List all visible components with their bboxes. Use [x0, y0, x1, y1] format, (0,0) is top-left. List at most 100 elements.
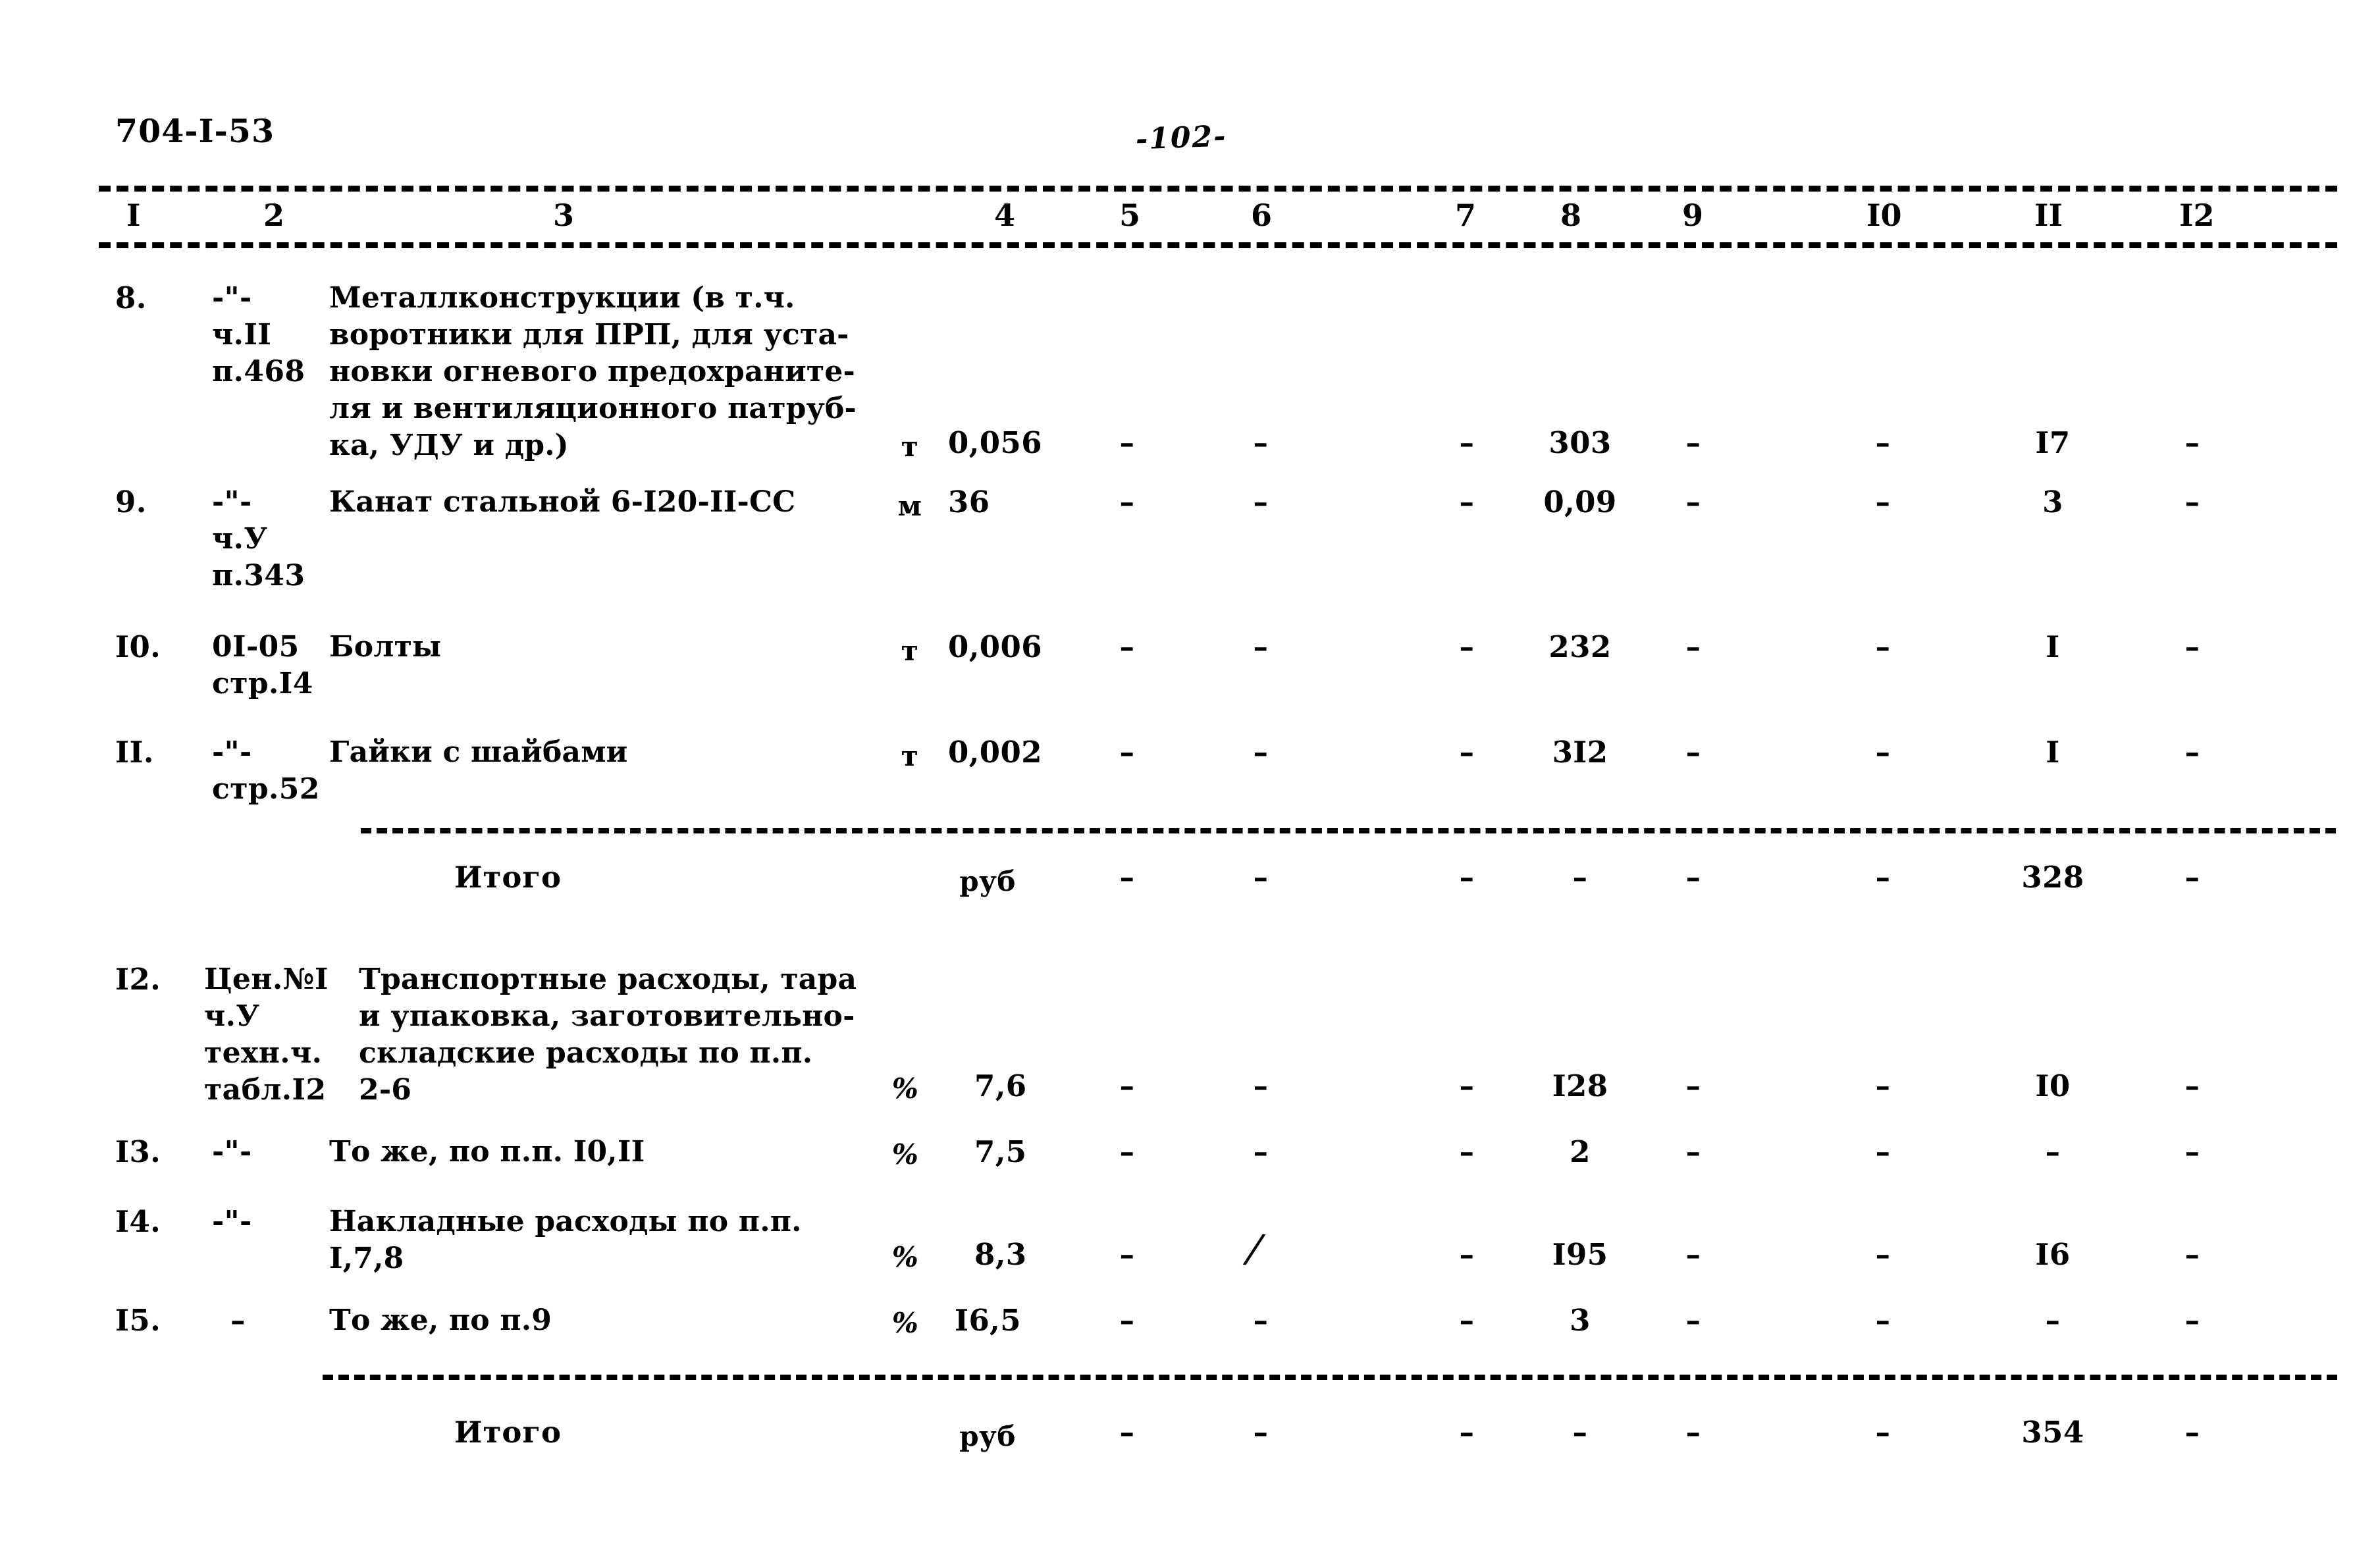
column-number-5: 5 [1119, 198, 1141, 233]
total-col7: – [1459, 1415, 1475, 1450]
row-unit: % [891, 1241, 919, 1273]
row-description-line: Накладные расходы по п.п. [329, 1205, 802, 1238]
row-col5: – [1119, 735, 1135, 770]
total-unit: руб [959, 1420, 1016, 1452]
page-number: -102- [1135, 119, 1228, 157]
row-col4: 7,6 [974, 1068, 1027, 1103]
row-ref-line: – [230, 1303, 246, 1338]
row-col7: – [1459, 629, 1475, 664]
row-col8: I95 [1552, 1237, 1608, 1272]
row-ref-line: Цен.№I [204, 962, 329, 996]
total-col5: – [1119, 1415, 1135, 1450]
row-col12: – [2184, 1237, 2200, 1272]
column-number-3: 3 [553, 198, 575, 233]
column-number-2: 2 [263, 198, 285, 233]
row-description-line: Металлконструкции (в т.ч. [329, 281, 795, 315]
row-col9: – [1685, 425, 1701, 460]
total-col10: – [1875, 860, 1891, 895]
row-col7: – [1459, 1134, 1475, 1169]
total-col11: 354 [2021, 1415, 2084, 1450]
row-description-line: ля и вентиляционного патруб- [329, 392, 857, 425]
row-col12: – [2184, 1068, 2200, 1103]
row-ref-line: -"- [212, 735, 252, 769]
total-unit: руб [959, 865, 1016, 897]
row-description-line: То же, по п.п. I0,II [329, 1135, 645, 1169]
row-col4: 0,002 [948, 735, 1042, 770]
total-col9: – [1685, 860, 1701, 895]
row-ref-line: табл.I2 [204, 1073, 327, 1107]
row-col6: – [1253, 1068, 1269, 1103]
row-col4: 36 [948, 485, 990, 519]
column-number-6: 6 [1251, 198, 1273, 233]
total-col10: – [1875, 1415, 1891, 1450]
row-description-line: Болты [329, 630, 442, 664]
row-col5: – [1119, 1237, 1135, 1272]
row-col11: I [2046, 735, 2060, 770]
row-col10: – [1875, 425, 1891, 460]
row-col11: 3 [2042, 485, 2063, 519]
document-page: 704-I-53 -102- I 2 3 4 5 6 7 8 9 I0 II I… [0, 0, 2380, 1555]
row-col10: – [1875, 1303, 1891, 1338]
row-col9: – [1685, 1134, 1701, 1169]
row-col7: – [1459, 735, 1475, 770]
row-ref-line: -"- [212, 281, 252, 315]
row-col4: 7,5 [974, 1134, 1027, 1169]
total-col11: 328 [2021, 860, 2084, 895]
row-ref-line: ч.У [212, 522, 268, 556]
row-number: I2. [115, 962, 161, 997]
row-col12: – [2184, 735, 2200, 770]
row-description-line: складские расходы по п.п. [359, 1036, 813, 1070]
row-col5: – [1119, 629, 1135, 664]
row-description-line: воротники для ПРП, для уста- [329, 318, 849, 352]
row-unit: т [901, 635, 919, 667]
column-number-7: 7 [1455, 198, 1477, 233]
row-col6: – [1253, 1303, 1269, 1338]
row-description-line: и упаковка, заготовительно- [359, 999, 855, 1033]
row-col9: – [1685, 629, 1701, 664]
total-col6: – [1253, 860, 1269, 895]
row-col5: – [1119, 1303, 1135, 1338]
row-ref-line: стр.I4 [212, 667, 313, 700]
row-description-line: новки огневого предохраните- [329, 355, 856, 388]
row-ref-line: ч.II [212, 318, 272, 352]
row-number: II. [115, 735, 154, 770]
row-col9: – [1685, 1068, 1701, 1103]
row-ref-line: п.343 [212, 559, 305, 593]
row-number: I3. [115, 1134, 161, 1169]
row-col9: – [1685, 1237, 1701, 1272]
row-col10: – [1875, 735, 1891, 770]
row-ref-line: -"- [212, 1135, 252, 1169]
row-col10: – [1875, 1237, 1891, 1272]
row-col8: 3 [1570, 1303, 1591, 1338]
row-col6: – [1253, 1134, 1269, 1169]
header-rule-top [99, 186, 2337, 192]
row-unit: м [897, 490, 922, 522]
row-number: I4. [115, 1204, 161, 1239]
row-ref-line: п.468 [212, 355, 305, 388]
row-unit: т [901, 431, 919, 463]
row-ref-line: стр.52 [212, 772, 320, 806]
row-description-line: ка, УДУ и др.) [329, 429, 569, 462]
row-col5: – [1119, 1068, 1135, 1103]
row-col4: 0,006 [948, 629, 1042, 664]
row-col5: – [1119, 1134, 1135, 1169]
row-col12: – [2184, 629, 2200, 664]
row-description-line: I,7,8 [329, 1242, 404, 1275]
header-rule-bottom [99, 242, 2337, 248]
row-col8: 232 [1548, 629, 1612, 664]
row-ref-line: 0I-05 [212, 630, 300, 664]
row-col7: – [1459, 1237, 1475, 1272]
row-col7: – [1459, 425, 1475, 460]
row-number: 9. [115, 485, 147, 519]
row-col12: – [2184, 1134, 2200, 1169]
row-col9: – [1685, 1303, 1701, 1338]
total-col12: – [2184, 860, 2200, 895]
row-col6-handwritten-mark: / [1245, 1225, 1263, 1273]
column-number-11: II [2034, 198, 2063, 233]
total-col5: – [1119, 860, 1135, 895]
row-ref-line: -"- [212, 485, 252, 519]
subtotal-rule-2 [323, 1375, 2337, 1380]
row-col11: – [2045, 1303, 2061, 1338]
row-col6: – [1253, 425, 1269, 460]
row-col8: 3I2 [1552, 735, 1608, 770]
